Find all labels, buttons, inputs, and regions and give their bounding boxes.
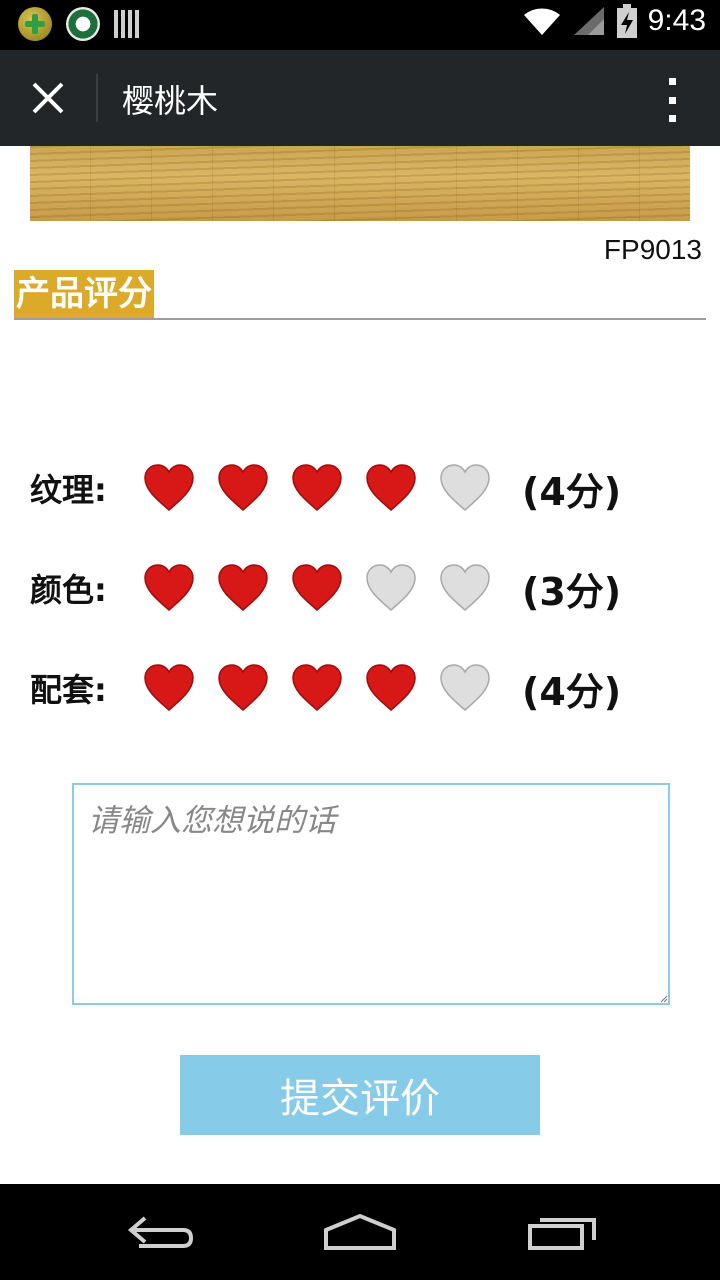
rating-score: (3分) xyxy=(522,569,622,614)
signal-icon xyxy=(573,7,604,35)
more-vertical-icon xyxy=(668,78,676,85)
heart-rating[interactable] xyxy=(142,662,492,714)
back-button[interactable] xyxy=(120,1210,200,1254)
heart-filled-icon[interactable] xyxy=(290,562,344,614)
heart-filled-icon[interactable] xyxy=(290,462,344,514)
rating-label: 配套: xyxy=(30,671,107,709)
home-icon xyxy=(324,1213,396,1250)
heart-empty-icon[interactable] xyxy=(438,462,492,514)
heart-filled-icon[interactable] xyxy=(142,662,196,714)
resize-grip-icon[interactable] xyxy=(660,995,668,1003)
title-bar: 樱桃木 xyxy=(0,50,720,146)
battery-charging-icon xyxy=(616,4,637,38)
heart-filled-icon[interactable] xyxy=(216,662,270,714)
heart-filled-icon[interactable] xyxy=(142,462,196,514)
app-logo-icon xyxy=(66,7,100,41)
close-icon xyxy=(32,82,64,114)
rating-label: 纹理: xyxy=(30,471,107,509)
rating-score: (4分) xyxy=(522,669,622,714)
rating-label: 颜色: xyxy=(30,571,107,609)
back-icon xyxy=(127,1216,194,1248)
page-title: 樱桃木 xyxy=(122,82,219,120)
product-image xyxy=(30,146,690,221)
status-bar: 9:43 xyxy=(0,0,720,50)
comment-textarea[interactable] xyxy=(72,783,670,1005)
heart-filled-icon[interactable] xyxy=(216,462,270,514)
heart-empty-icon[interactable] xyxy=(438,662,492,714)
submit-review-button[interactable]: 提交评价 xyxy=(180,1055,540,1135)
heart-filled-icon[interactable] xyxy=(142,562,196,614)
heart-filled-icon[interactable] xyxy=(216,562,270,614)
wifi-icon xyxy=(523,8,560,35)
recent-apps-icon xyxy=(528,1218,596,1250)
heart-filled-icon[interactable] xyxy=(290,662,344,714)
recent-apps-button[interactable] xyxy=(522,1210,602,1254)
home-button[interactable] xyxy=(320,1210,400,1254)
title-divider xyxy=(96,74,98,122)
rating-row-texture: 纹理: (4分) xyxy=(30,458,621,518)
heart-rating[interactable] xyxy=(142,562,492,614)
product-code: FP9013 xyxy=(603,234,702,265)
heart-filled-icon[interactable] xyxy=(364,662,418,714)
heart-filled-icon[interactable] xyxy=(364,462,418,514)
bars-icon xyxy=(114,10,139,38)
heart-empty-icon[interactable] xyxy=(438,562,492,614)
system-icons: 9:43 xyxy=(522,4,706,38)
heart-empty-icon[interactable] xyxy=(364,562,418,614)
rating-row-color: 颜色: (3分) xyxy=(30,558,621,618)
rating-row-accessories: 配套: (4分) xyxy=(30,658,621,718)
rating-score: (4分) xyxy=(522,469,622,514)
more-menu-button[interactable] xyxy=(660,78,684,122)
clock: 9:43 xyxy=(647,4,706,37)
close-button[interactable] xyxy=(22,74,74,122)
navigation-bar xyxy=(0,1184,720,1280)
heart-rating[interactable] xyxy=(142,462,492,514)
section-divider xyxy=(14,318,706,320)
section-title: 产品评分 xyxy=(14,270,154,318)
app-plus-icon xyxy=(18,7,52,41)
notification-icons xyxy=(18,7,139,41)
